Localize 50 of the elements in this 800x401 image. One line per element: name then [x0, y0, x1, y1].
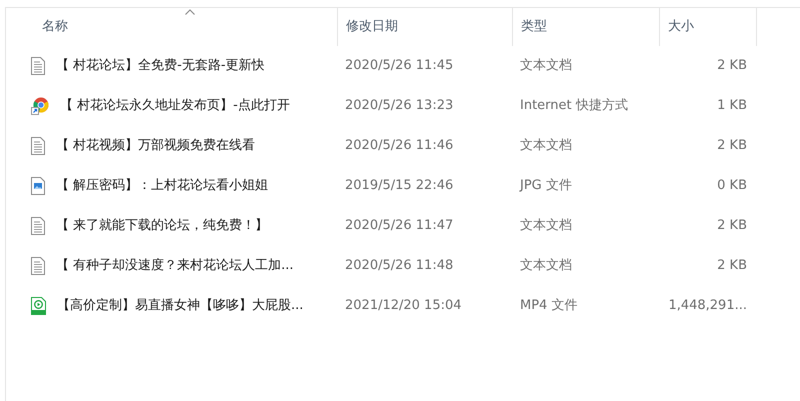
file-name: 【 村花论坛永久地址发布页】-点此打开 — [60, 97, 290, 116]
text-file-icon — [31, 57, 45, 75]
modified-date: 2020/5/26 11:46 — [344, 137, 454, 156]
file-row[interactable]: 【 村花论坛永久地址发布页】-点此打开 2020/5/26 13:23 Internet 快捷方式 1 KB — [6, 86, 800, 126]
file-name: 【 村花视频】万部视频免费在线看 — [56, 137, 256, 156]
column-label: 类型 — [521, 18, 547, 36]
text-file-icon — [31, 257, 45, 275]
column-label: 修改日期 — [346, 18, 398, 36]
modified-date: 2020/5/26 11:48 — [344, 257, 454, 276]
column-header[interactable]: 类型 — [512, 8, 659, 46]
file-name: 【高价定制】易直播女神【哆哆】大屁股... — [57, 297, 304, 316]
text-file-icon — [31, 137, 45, 155]
file-type: Internet 快捷方式 — [519, 97, 629, 116]
modified-date: 2019/5/15 22:46 — [344, 177, 454, 196]
file-size: 2 KB — [716, 257, 748, 276]
file-size: 2 KB — [716, 137, 748, 156]
file-type: 文本文档 — [519, 217, 573, 236]
file-type: 文本文档 — [519, 257, 573, 276]
column-header[interactable]: 大小 — [659, 8, 756, 46]
modified-date: 2021/12/20 15:04 — [344, 297, 463, 316]
column-label: 大小 — [668, 18, 694, 36]
file-type: 文本文档 — [519, 137, 573, 156]
file-size: 2 KB — [716, 57, 748, 76]
modified-date: 2020/5/26 13:23 — [344, 97, 454, 116]
modified-date: 2020/5/26 11:47 — [344, 217, 454, 236]
file-row[interactable]: 【 有种子却没速度？来村花论坛人工加... 2020/5/26 11:48 文本文档 2 KB — [6, 246, 800, 286]
file-row[interactable]: 【高价定制】易直播女神【哆哆】大屁股... 2021/12/20 15:04 MP4 文件 1,448,291... — [6, 286, 800, 326]
video-file-icon — [31, 297, 46, 315]
sort-caret-icon — [184, 9, 195, 15]
file-type: 文本文档 — [519, 57, 573, 76]
file-name: 【 村花论坛】全免费-无套路-更新快 — [56, 57, 265, 76]
file-size: 1,448,291... — [667, 297, 748, 316]
column-header[interactable]: 修改日期 — [337, 8, 512, 46]
file-row[interactable]: 【 村花视频】万部视频免费在线看 2020/5/26 11:46 文本文档 2 KB — [6, 126, 800, 166]
file-type: JPG 文件 — [518, 177, 573, 196]
image-file-icon — [31, 177, 45, 195]
file-size: 1 KB — [716, 97, 748, 116]
text-file-icon — [31, 217, 45, 235]
file-row[interactable]: 【 解压密码】：上村花论坛看小姐姐 2019/5/15 22:46 JPG 文件 0 KB — [6, 166, 800, 206]
column-label: 名称 — [42, 18, 68, 36]
file-type: MP4 文件 — [519, 297, 578, 316]
file-name: 【 来了就能下载的论坛，纯免费！】 — [56, 217, 268, 236]
file-name: 【 有种子却没速度？来村花论坛人工加... — [56, 257, 294, 276]
file-name: 【 解压密码】：上村花论坛看小姐姐 — [56, 177, 268, 196]
file-size: 0 KB — [716, 177, 748, 196]
file-row[interactable]: 【 来了就能下载的论坛，纯免费！】 2020/5/26 11:47 文本文档 2 KB — [6, 206, 800, 246]
modified-date: 2020/5/26 11:45 — [344, 57, 454, 76]
file-size: 2 KB — [716, 217, 748, 236]
file-row[interactable]: 【 村花论坛】全免费-无套路-更新快 2020/5/26 11:45 文本文档 2 KB — [6, 46, 800, 86]
browser-shortcut-icon — [31, 97, 49, 115]
